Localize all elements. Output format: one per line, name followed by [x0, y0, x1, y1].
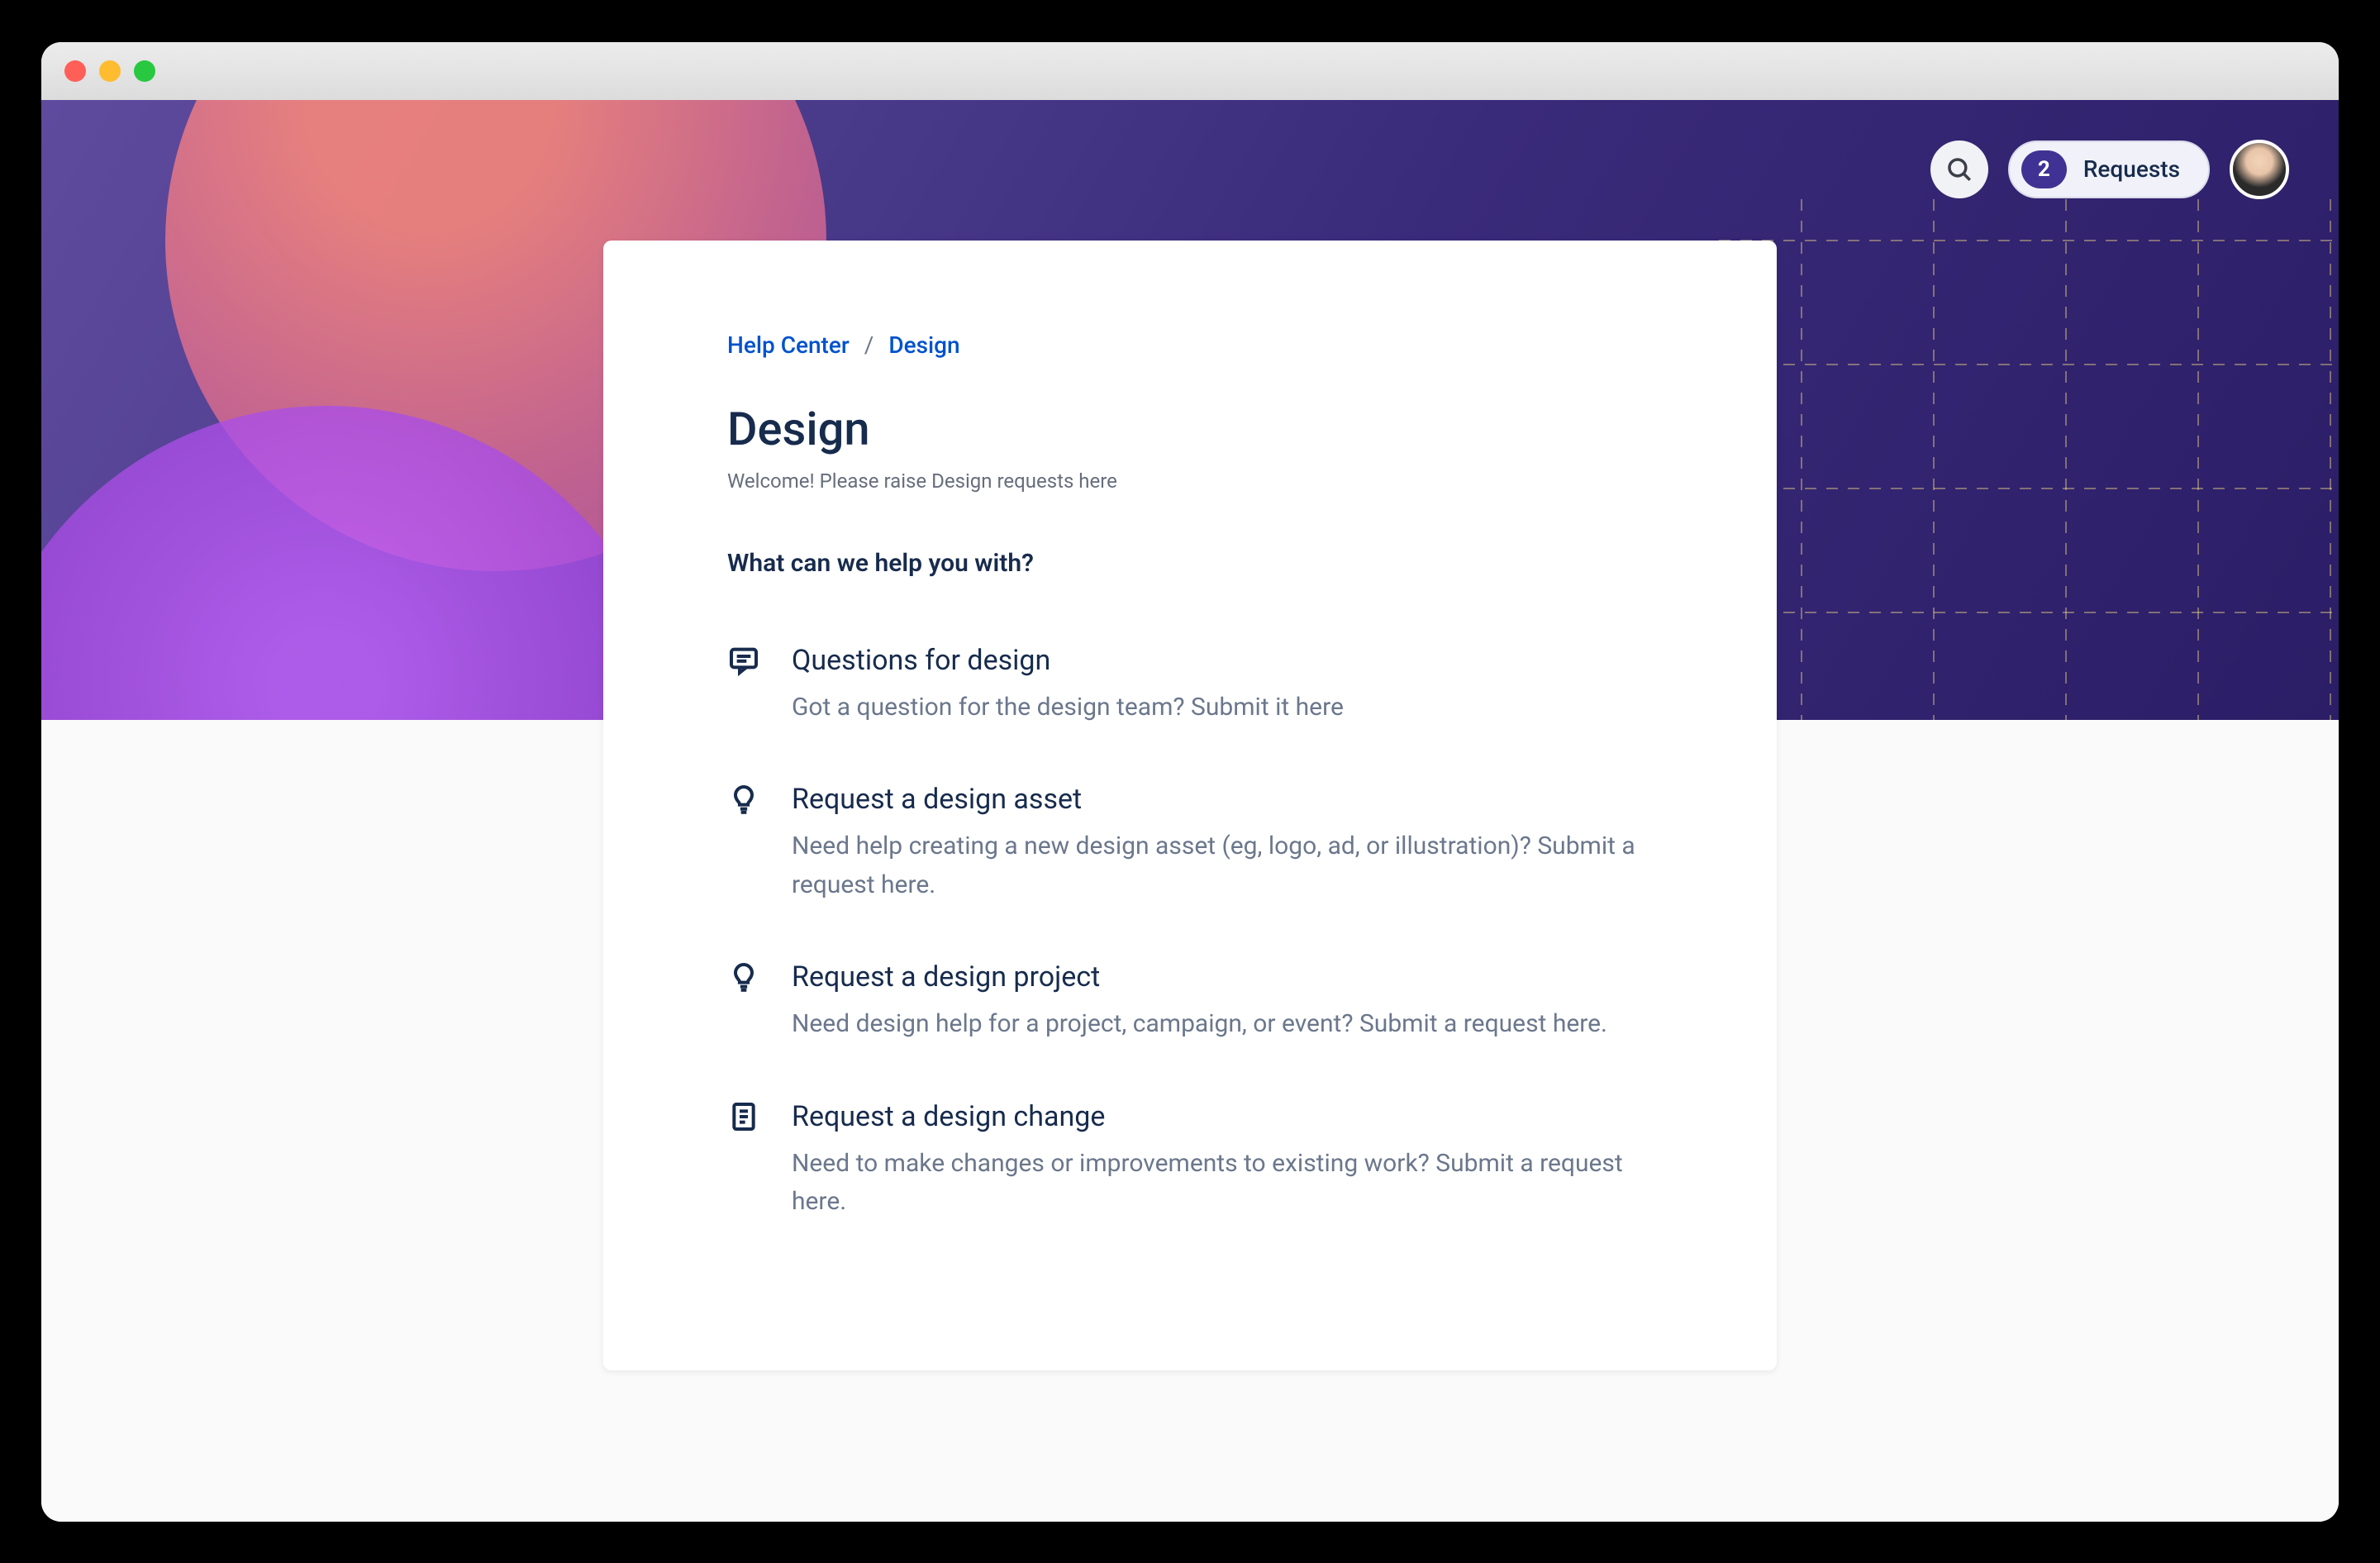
window-close-button[interactable] [64, 60, 86, 82]
request-body: Questions for design Got a question for … [792, 644, 1653, 727]
search-button[interactable] [1930, 141, 1988, 198]
chat-icon [727, 644, 760, 677]
request-description: Need help creating a new design asset (e… [792, 827, 1653, 904]
requests-count-badge: 2 [2021, 150, 2067, 188]
requests-button[interactable]: 2 Requests [2008, 141, 2210, 198]
request-title: Request a design change [792, 1100, 1653, 1133]
request-title: Request a design asset [792, 783, 1653, 816]
main-card: Help Center / Design Design Welcome! Ple… [603, 241, 1777, 1370]
breadcrumb-separator: / [864, 331, 874, 359]
user-avatar[interactable] [2230, 140, 2289, 199]
request-body: Request a design asset Need help creatin… [792, 783, 1653, 904]
search-icon [1945, 155, 1973, 183]
document-icon [727, 1100, 760, 1133]
request-type-design-change[interactable]: Request a design change Need to make cha… [727, 1100, 1653, 1222]
browser-window: 2 Requests Help Center / Design Design W… [41, 42, 2339, 1522]
request-description: Need design help for a project, campaign… [792, 1005, 1653, 1044]
lightbulb-icon [727, 783, 760, 816]
page-subtitle: Welcome! Please raise Design requests he… [727, 469, 1653, 493]
lightbulb-icon [727, 960, 760, 994]
request-description: Need to make changes or improvements to … [792, 1145, 1653, 1222]
request-type-design-project[interactable]: Request a design project Need design hel… [727, 960, 1653, 1044]
request-description: Got a question for the design team? Subm… [792, 689, 1653, 727]
content-area: 2 Requests Help Center / Design Design W… [41, 100, 2339, 1522]
request-title: Request a design project [792, 960, 1653, 994]
breadcrumb: Help Center / Design [727, 331, 1653, 359]
window-maximize-button[interactable] [134, 60, 155, 82]
request-body: Request a design change Need to make cha… [792, 1100, 1653, 1222]
requests-label: Requests [2083, 155, 2180, 183]
breadcrumb-current-link[interactable]: Design [888, 331, 959, 359]
topbar: 2 Requests [1930, 140, 2289, 199]
hero-decor-grid [1719, 199, 2339, 720]
request-type-questions[interactable]: Questions for design Got a question for … [727, 644, 1653, 727]
window-titlebar [41, 42, 2339, 100]
request-body: Request a design project Need design hel… [792, 960, 1653, 1044]
breadcrumb-root-link[interactable]: Help Center [727, 331, 850, 359]
window-minimize-button[interactable] [99, 60, 121, 82]
section-header: What can we help you with? [727, 549, 1653, 578]
request-type-design-asset[interactable]: Request a design asset Need help creatin… [727, 783, 1653, 904]
request-title: Questions for design [792, 644, 1653, 677]
page-title: Design [727, 402, 1653, 456]
request-type-list: Questions for design Got a question for … [727, 644, 1653, 1222]
